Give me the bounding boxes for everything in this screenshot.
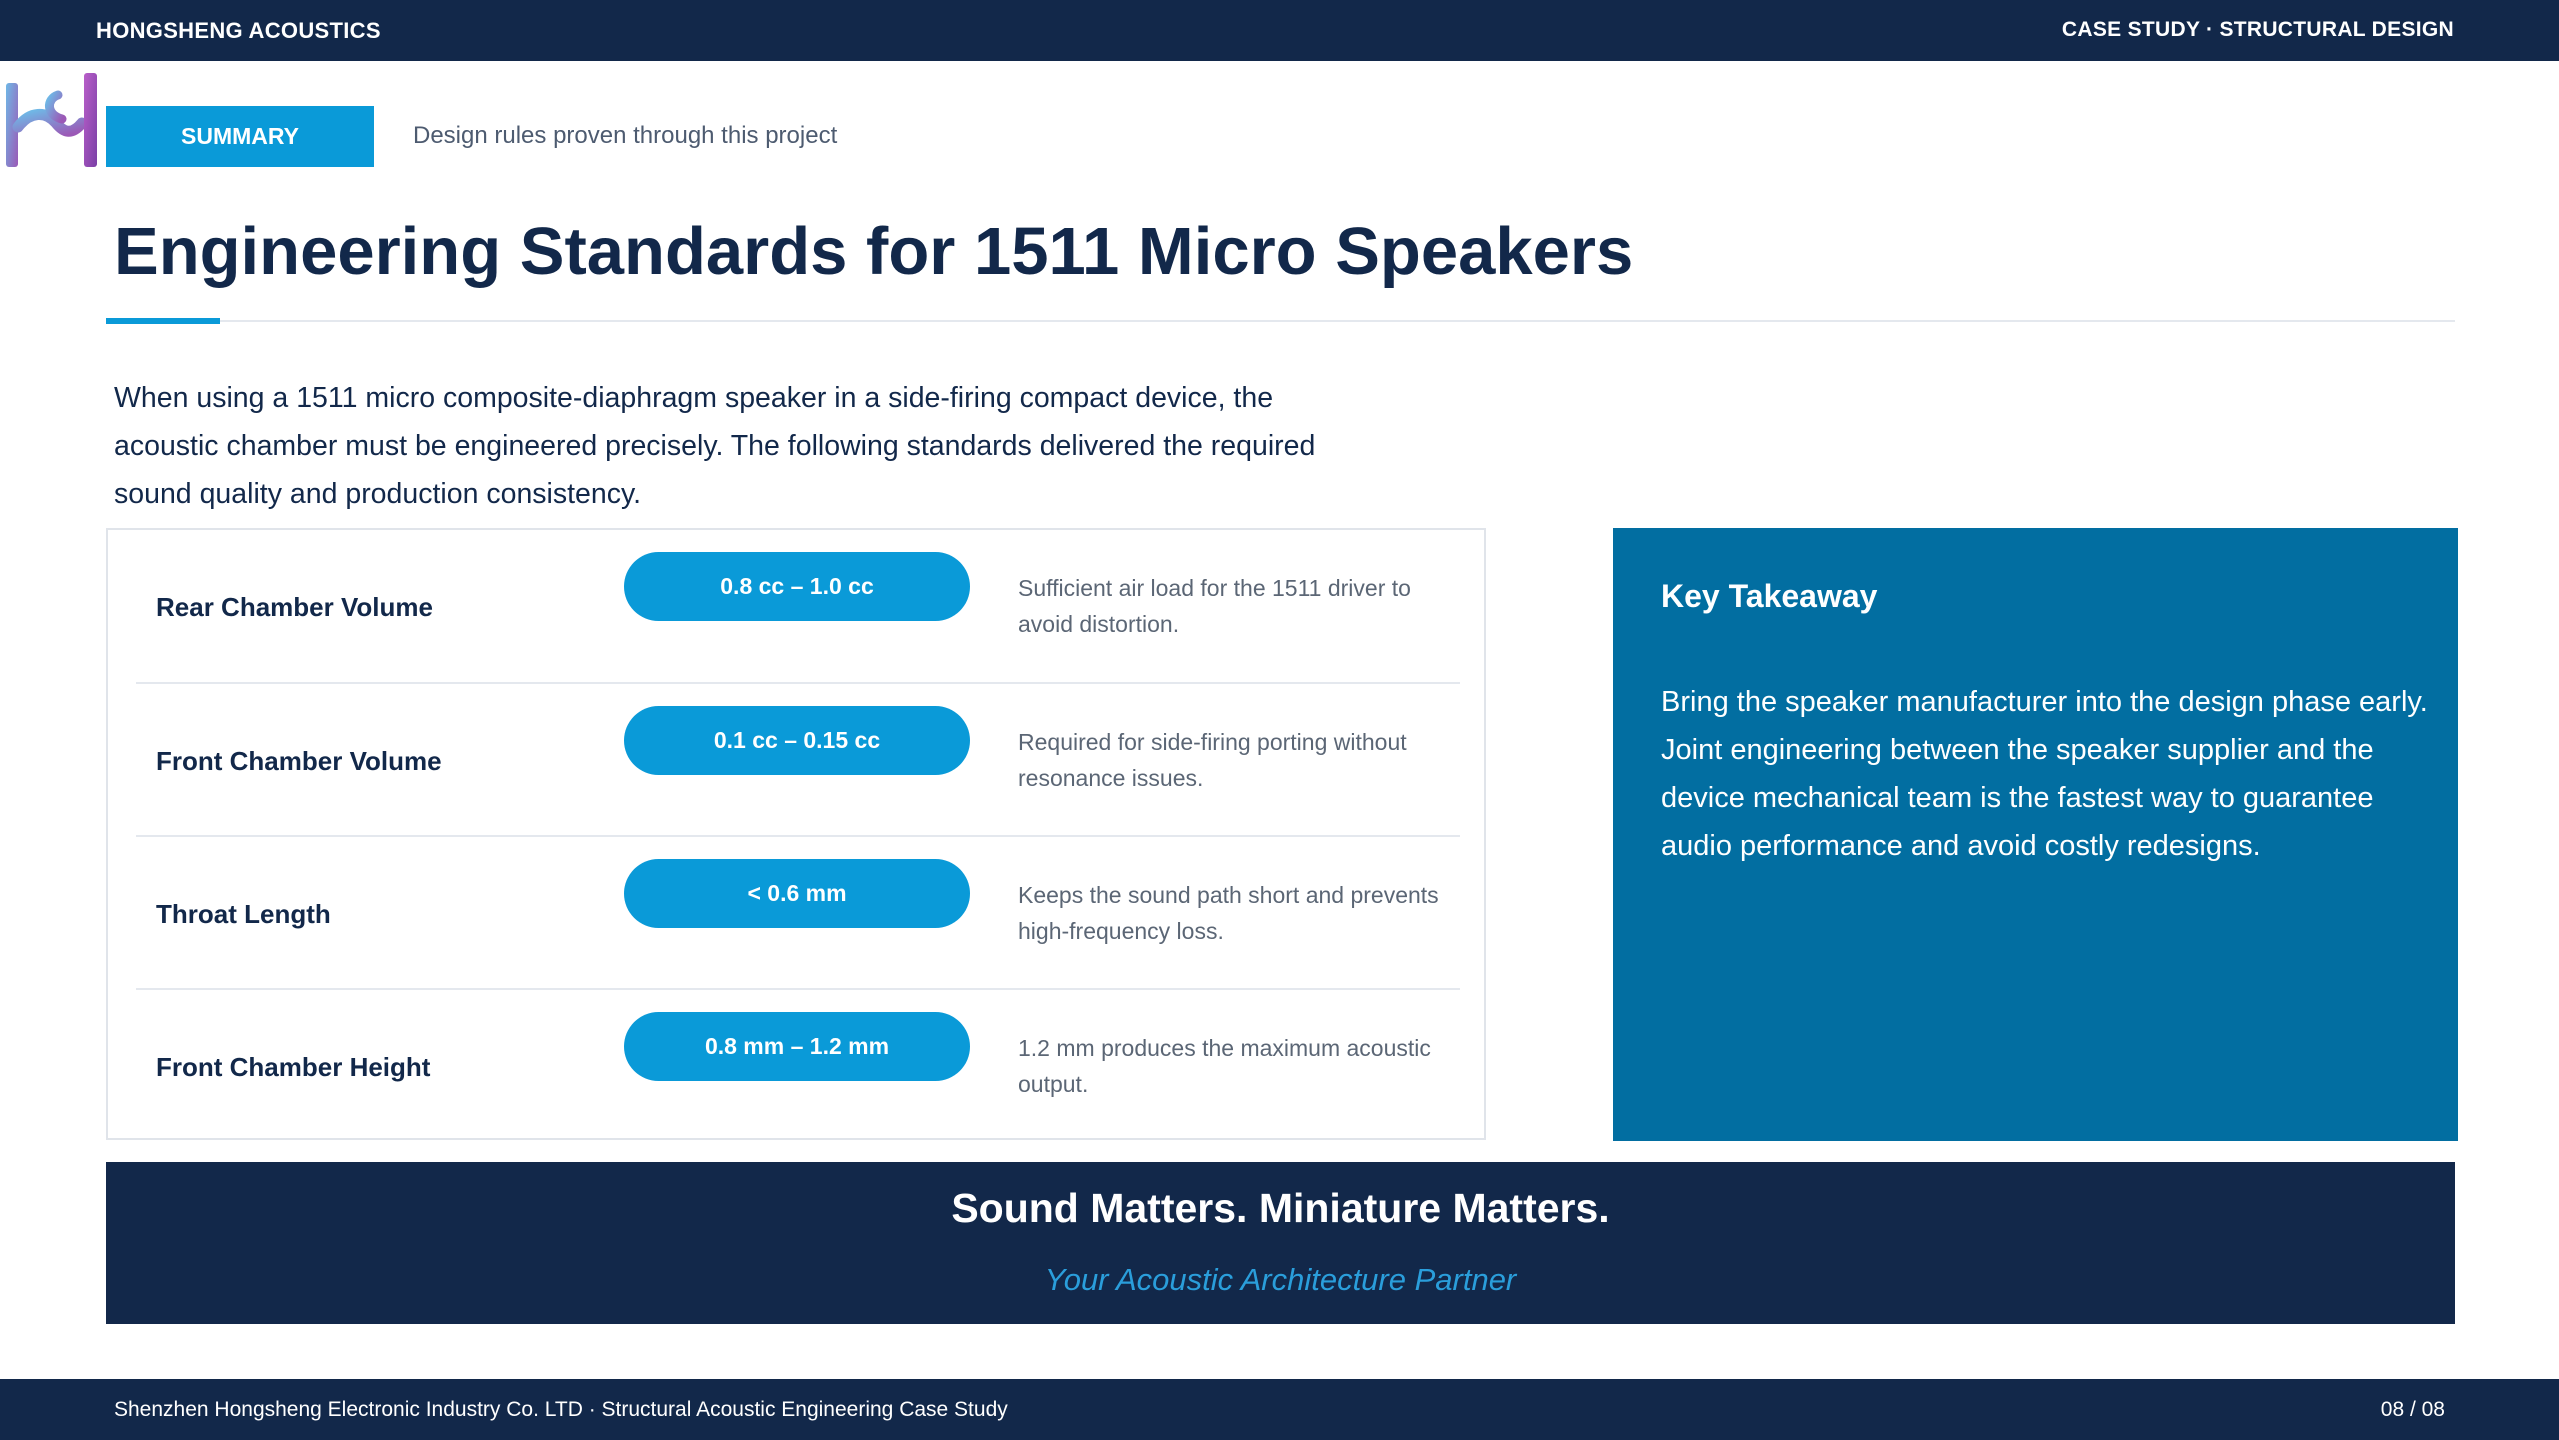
- spec-label: Front Chamber Height: [156, 1052, 431, 1082]
- spec-value-pill: 0.8 mm – 1.2 mm: [624, 1012, 970, 1081]
- footer-text: Shenzhen Hongsheng Electronic Industry C…: [114, 1398, 1008, 1421]
- spec-value-pill: 0.1 cc – 0.15 cc: [624, 706, 970, 775]
- page-number: 08 / 08: [2380, 1398, 2445, 1421]
- slogan-banner: Sound Matters. Miniature Matters. Your A…: [106, 1162, 2455, 1324]
- spec-row: Front Chamber Volume 0.1 cc – 0.15 cc Re…: [136, 682, 1460, 838]
- title-divider: [106, 320, 2455, 322]
- takeaway-body: Bring the speaker manufacturer into the …: [1661, 686, 2428, 862]
- banner-headline: Sound Matters. Miniature Matters.: [951, 1185, 1610, 1231]
- spec-label: Front Chamber Volume: [156, 746, 442, 776]
- brand-name: HONGSHENG ACOUSTICS: [96, 18, 381, 43]
- title-accent-bar: [106, 318, 220, 324]
- spec-note: Required for side-firing porting without…: [1018, 729, 1407, 791]
- spec-value-pill: 0.8 cc – 1.0 cc: [624, 552, 970, 621]
- banner-tagline: Your Acoustic Architecture Partner: [1044, 1262, 1517, 1297]
- intro-paragraph: When using a 1511 micro composite-diaphr…: [114, 382, 1316, 510]
- page-title: Engineering Standards for 1511 Micro Spe…: [114, 214, 1634, 289]
- spec-label: Rear Chamber Volume: [156, 592, 433, 622]
- key-takeaway-panel: Key Takeaway Bring the speaker manufactu…: [1613, 528, 2458, 1141]
- top-bar: HONGSHENG ACOUSTICS CASE STUDY · STRUCTU…: [0, 0, 2559, 61]
- company-logo-icon: [6, 73, 97, 167]
- spec-label: Throat Length: [156, 899, 331, 929]
- summary-badge: SUMMARY: [106, 106, 374, 167]
- spec-row: Rear Chamber Volume 0.8 cc – 1.0 cc Suff…: [136, 530, 1460, 684]
- spec-row: Front Chamber Height 0.8 mm – 1.2 mm 1.2…: [136, 988, 1460, 1144]
- spec-value-pill: < 0.6 mm: [624, 859, 970, 928]
- spec-note: Sufficient air load for the 1511 driver …: [1018, 575, 1411, 637]
- spec-row: Throat Length < 0.6 mm Keeps the sound p…: [136, 835, 1460, 991]
- footer-bar: Shenzhen Hongsheng Electronic Industry C…: [0, 1379, 2559, 1440]
- summary-subtitle: Design rules proven through this project: [413, 122, 838, 149]
- spec-note: Keeps the sound path short and prevents …: [1018, 882, 1439, 944]
- specs-table: Rear Chamber Volume 0.8 cc – 1.0 cc Suff…: [106, 528, 1486, 1140]
- takeaway-heading: Key Takeaway: [1661, 578, 1878, 614]
- spec-note: 1.2 mm produces the maximum acoustic out…: [1018, 1035, 1431, 1097]
- section-tag: CASE STUDY · STRUCTURAL DESIGN: [2061, 18, 2454, 41]
